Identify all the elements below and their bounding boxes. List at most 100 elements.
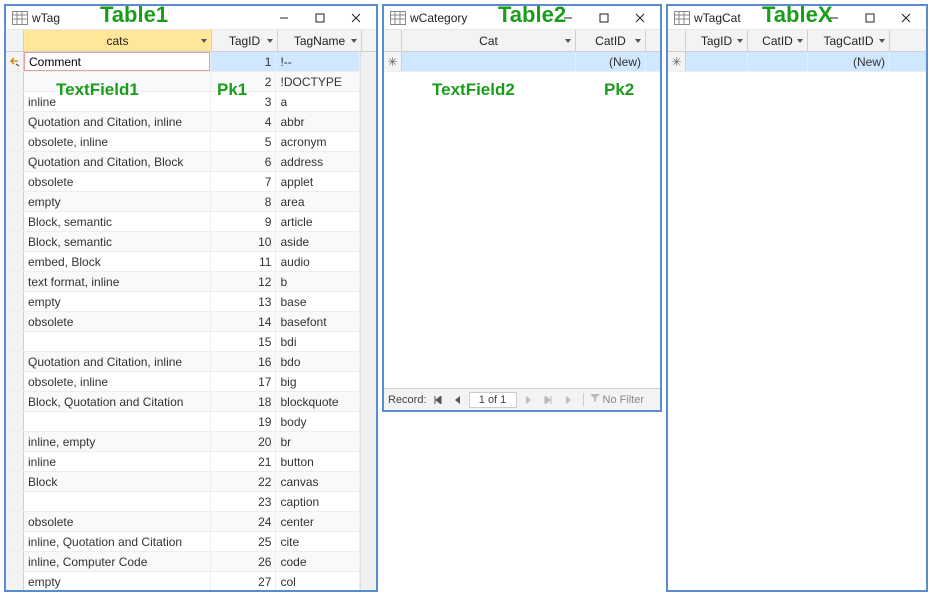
cell-tagid[interactable]: 20: [211, 432, 277, 451]
table-row[interactable]: Quotation and Citation, Block6address: [6, 152, 360, 172]
cell-cats[interactable]: obsolete: [24, 512, 211, 531]
table-row[interactable]: empty27col: [6, 572, 360, 590]
cell-tagid[interactable]: 17: [211, 372, 277, 391]
cell-tagid[interactable]: [686, 52, 748, 71]
cell-tagid[interactable]: 16: [211, 352, 277, 371]
cell-tagname[interactable]: center: [276, 512, 360, 531]
table-row[interactable]: 2!DOCTYPE: [6, 72, 360, 92]
cell-cat[interactable]: [402, 52, 576, 71]
cell-tagname[interactable]: br: [276, 432, 360, 451]
cell-tagname[interactable]: body: [276, 412, 360, 431]
select-all-cell[interactable]: [6, 30, 24, 51]
cell-tagname[interactable]: !DOCTYPE: [276, 72, 360, 91]
row-selector[interactable]: [6, 512, 24, 531]
row-selector[interactable]: [6, 312, 24, 331]
table-row[interactable]: Block, semantic10aside: [6, 232, 360, 252]
cell-cats[interactable]: inline: [24, 92, 211, 111]
table-row[interactable]: empty13base: [6, 292, 360, 312]
table-row[interactable]: obsolete7applet: [6, 172, 360, 192]
row-selector[interactable]: [6, 412, 24, 431]
row-selector[interactable]: [6, 72, 24, 91]
cell-tagcatid[interactable]: (New): [808, 52, 890, 71]
cell-cats[interactable]: obsolete: [24, 312, 211, 331]
col-tagname[interactable]: TagName: [278, 30, 362, 51]
select-all-cell[interactable]: [668, 30, 686, 51]
cell-tagid[interactable]: 22: [211, 472, 277, 491]
col-catid[interactable]: CatID: [748, 30, 808, 51]
cell-cats[interactable]: Quotation and Citation, inline: [24, 352, 211, 371]
maximize-button[interactable]: [586, 7, 622, 29]
cell-tagname[interactable]: acronym: [276, 132, 360, 151]
dropdown-icon[interactable]: [200, 37, 208, 45]
cell-cats[interactable]: empty: [24, 572, 211, 590]
cats-edit-input[interactable]: [24, 52, 210, 71]
dropdown-icon[interactable]: [878, 37, 886, 45]
table-row[interactable]: Quotation and Citation, inline16bdo: [6, 352, 360, 372]
cell-cats[interactable]: empty: [24, 192, 211, 211]
nav-new-button[interactable]: [559, 392, 577, 408]
cell-tagname[interactable]: aside: [276, 232, 360, 251]
titlebar-wtag[interactable]: wTag: [6, 6, 376, 30]
row-selector[interactable]: [6, 332, 24, 351]
cell-tagname[interactable]: b: [276, 272, 360, 291]
cell-tagname[interactable]: abbr: [276, 112, 360, 131]
table-row[interactable]: 15bdi: [6, 332, 360, 352]
cell-tagid[interactable]: 25: [211, 532, 277, 551]
record-position[interactable]: 1 of 1: [469, 392, 517, 408]
row-selector[interactable]: [6, 252, 24, 271]
cell-tagname[interactable]: area: [276, 192, 360, 211]
row-selector[interactable]: [6, 92, 24, 111]
cell-tagname[interactable]: address: [276, 152, 360, 171]
cell-tagid[interactable]: 10: [211, 232, 277, 251]
table-row[interactable]: Block, semantic9article: [6, 212, 360, 232]
cell-cats[interactable]: [24, 52, 211, 71]
cell-tagid[interactable]: 18: [211, 392, 277, 411]
dropdown-icon[interactable]: [796, 37, 804, 45]
cell-tagname[interactable]: code: [276, 552, 360, 571]
cell-cats[interactable]: [24, 72, 211, 91]
cell-cats[interactable]: obsolete: [24, 172, 211, 191]
cell-cats[interactable]: Block, semantic: [24, 212, 211, 231]
table-row[interactable]: obsolete, inline17big: [6, 372, 360, 392]
cell-cats[interactable]: obsolete, inline: [24, 372, 211, 391]
cell-cats[interactable]: inline, Quotation and Citation: [24, 532, 211, 551]
nav-last-button[interactable]: [539, 392, 557, 408]
table-row[interactable]: inline3a: [6, 92, 360, 112]
row-selector[interactable]: [6, 352, 24, 371]
cell-tagname[interactable]: blockquote: [276, 392, 360, 411]
col-tagid[interactable]: TagID: [212, 30, 278, 51]
dropdown-icon[interactable]: [634, 37, 642, 45]
dropdown-icon[interactable]: [266, 37, 274, 45]
nav-first-button[interactable]: [429, 392, 447, 408]
cell-tagname[interactable]: canvas: [276, 472, 360, 491]
maximize-button[interactable]: [302, 7, 338, 29]
col-catid[interactable]: CatID: [576, 30, 646, 51]
table-row[interactable]: 1!--: [6, 52, 360, 72]
minimize-button[interactable]: [816, 7, 852, 29]
cell-cats[interactable]: Block, semantic: [24, 232, 211, 251]
table-row[interactable]: obsolete, inline5acronym: [6, 132, 360, 152]
row-selector[interactable]: [6, 552, 24, 571]
cell-tagname[interactable]: base: [276, 292, 360, 311]
select-all-cell[interactable]: [384, 30, 402, 51]
cell-tagname[interactable]: big: [276, 372, 360, 391]
cell-tagid[interactable]: 5: [211, 132, 277, 151]
table-row-new[interactable]: ✳ (New): [668, 52, 926, 72]
table-row[interactable]: Quotation and Citation, inline4abbr: [6, 112, 360, 132]
cell-cats[interactable]: [24, 492, 211, 511]
cell-tagid[interactable]: 9: [211, 212, 277, 231]
cell-tagid[interactable]: 26: [211, 552, 277, 571]
cell-cats[interactable]: [24, 332, 211, 351]
table-row[interactable]: Block, Quotation and Citation18blockquot…: [6, 392, 360, 412]
cell-tagname[interactable]: cite: [276, 532, 360, 551]
cell-tagid[interactable]: 21: [211, 452, 277, 471]
cell-tagid[interactable]: 15: [211, 332, 277, 351]
cell-tagname[interactable]: audio: [276, 252, 360, 271]
table-row[interactable]: inline, Computer Code26code: [6, 552, 360, 572]
cell-tagname[interactable]: a: [276, 92, 360, 111]
table-row[interactable]: Block22canvas: [6, 472, 360, 492]
cell-tagid[interactable]: 24: [211, 512, 277, 531]
table-row[interactable]: 19body: [6, 412, 360, 432]
table-row[interactable]: embed, Block11audio: [6, 252, 360, 272]
row-selector[interactable]: [6, 492, 24, 511]
